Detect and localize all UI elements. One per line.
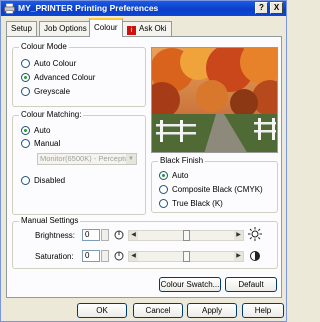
tab-colour[interactable]: Colour: [89, 18, 123, 37]
tab-strip: Setup Job Options Colour i Ask Oki: [1, 18, 286, 37]
black-finish-group: Black Finish Auto Composite Black (CMYK)…: [151, 156, 278, 213]
radio-button[interactable]: [21, 126, 30, 135]
radio-label: Composite Black (CMYK): [172, 185, 263, 194]
brightness-slider[interactable]: ◀ ▶: [128, 230, 244, 241]
radio-button[interactable]: [21, 59, 30, 68]
default-button[interactable]: Default: [225, 277, 277, 292]
ok-button[interactable]: OK: [77, 303, 127, 318]
radio-composite-black[interactable]: Composite Black (CMYK): [159, 184, 263, 195]
saturation-label: Saturation:: [35, 252, 74, 261]
colour-matching-group: Colour Matching: Auto Manual Monitor(650…: [12, 110, 146, 215]
help-title-button[interactable]: ?: [255, 2, 268, 14]
apply-button[interactable]: Apply: [187, 303, 237, 318]
help-button[interactable]: Help: [242, 303, 284, 318]
radio-matching-manual[interactable]: Manual: [21, 138, 60, 149]
chevron-right-icon[interactable]: ▶: [234, 231, 243, 240]
radio-auto-colour[interactable]: Auto Colour: [21, 58, 76, 69]
black-finish-legend: Black Finish: [158, 156, 206, 165]
colour-mode-legend: Colour Mode: [19, 42, 69, 51]
radio-button[interactable]: [21, 73, 30, 82]
radio-button[interactable]: [21, 87, 30, 96]
radio-button[interactable]: [21, 139, 30, 148]
colour-swatch-button[interactable]: Colour Swatch...: [159, 277, 221, 292]
colour-profile-value: Monitor(6500K) - Perceptual: [40, 154, 135, 163]
radio-true-black[interactable]: True Black (K): [159, 198, 223, 209]
radio-label: True Black (K): [172, 199, 223, 208]
brightness-input[interactable]: 0: [82, 229, 100, 241]
chevron-left-icon[interactable]: ◀: [129, 231, 138, 240]
printer-icon: [4, 3, 15, 14]
radio-label: Greyscale: [34, 87, 71, 96]
colour-profile-select[interactable]: Monitor(6500K) - Perceptual ▼: [37, 153, 137, 165]
chevron-left-icon[interactable]: ◀: [129, 252, 138, 261]
manual-settings-legend: Manual Settings: [19, 216, 81, 225]
saturation-slider-thumb[interactable]: [183, 251, 190, 262]
title-bar: MY_PRINTER Printing Preferences ? X: [1, 1, 286, 16]
radio-matching-disabled[interactable]: Disabled: [21, 175, 65, 186]
tab-setup[interactable]: Setup: [6, 21, 37, 36]
colour-tab-panel: Colour Mode Auto Colour Advanced Colour …: [6, 36, 282, 298]
radio-button[interactable]: [159, 199, 168, 208]
brightness-label: Brightness:: [35, 231, 76, 240]
radio-button[interactable]: [159, 171, 168, 180]
colour-matching-legend: Colour Matching:: [19, 110, 84, 119]
reset-dial-icon[interactable]: [113, 229, 125, 241]
saturation-slider[interactable]: ◀ ▶: [128, 251, 244, 262]
radio-advanced-colour[interactable]: Advanced Colour: [21, 72, 95, 83]
radio-label: Auto Colour: [34, 59, 77, 68]
radio-button[interactable]: [159, 185, 168, 194]
cancel-button[interactable]: Cancel: [133, 303, 183, 318]
printing-preferences-window: MY_PRINTER Printing Preferences ? X Setu…: [0, 0, 287, 322]
saturation-input[interactable]: 0: [82, 250, 100, 262]
brightness-spinner[interactable]: [101, 229, 109, 241]
half-circle-icon: [249, 250, 261, 262]
reset-dial-icon[interactable]: [113, 250, 125, 262]
tab-ask-oki-label: Ask Oki: [139, 24, 167, 33]
radio-greyscale[interactable]: Greyscale: [21, 86, 70, 97]
radio-label: Manual: [34, 139, 61, 148]
sun-icon: [248, 227, 262, 241]
colour-mode-group: Colour Mode Auto Colour Advanced Colour …: [12, 42, 146, 107]
info-icon: i: [127, 26, 136, 35]
radio-button[interactable]: [21, 176, 30, 185]
radio-label: Auto: [172, 171, 189, 180]
radio-label: Disabled: [34, 176, 66, 185]
close-button[interactable]: X: [270, 2, 283, 14]
brightness-slider-thumb[interactable]: [183, 230, 190, 241]
manual-settings-group: Manual Settings Brightness: 0 ◀ ▶ Satura…: [12, 216, 278, 269]
chevron-right-icon[interactable]: ▶: [234, 252, 243, 261]
saturation-spinner[interactable]: [101, 250, 109, 262]
colour-preview-photo: [151, 47, 278, 153]
tab-job-options[interactable]: Job Options: [39, 21, 92, 36]
radio-black-auto[interactable]: Auto: [159, 170, 188, 181]
radio-matching-auto[interactable]: Auto: [21, 125, 50, 136]
radio-label: Auto: [34, 126, 51, 135]
window-title: MY_PRINTER Printing Preferences: [18, 3, 159, 13]
chevron-down-icon[interactable]: ▼: [126, 154, 136, 164]
radio-label: Advanced Colour: [34, 73, 96, 82]
tab-ask-oki[interactable]: i Ask Oki: [122, 21, 172, 36]
